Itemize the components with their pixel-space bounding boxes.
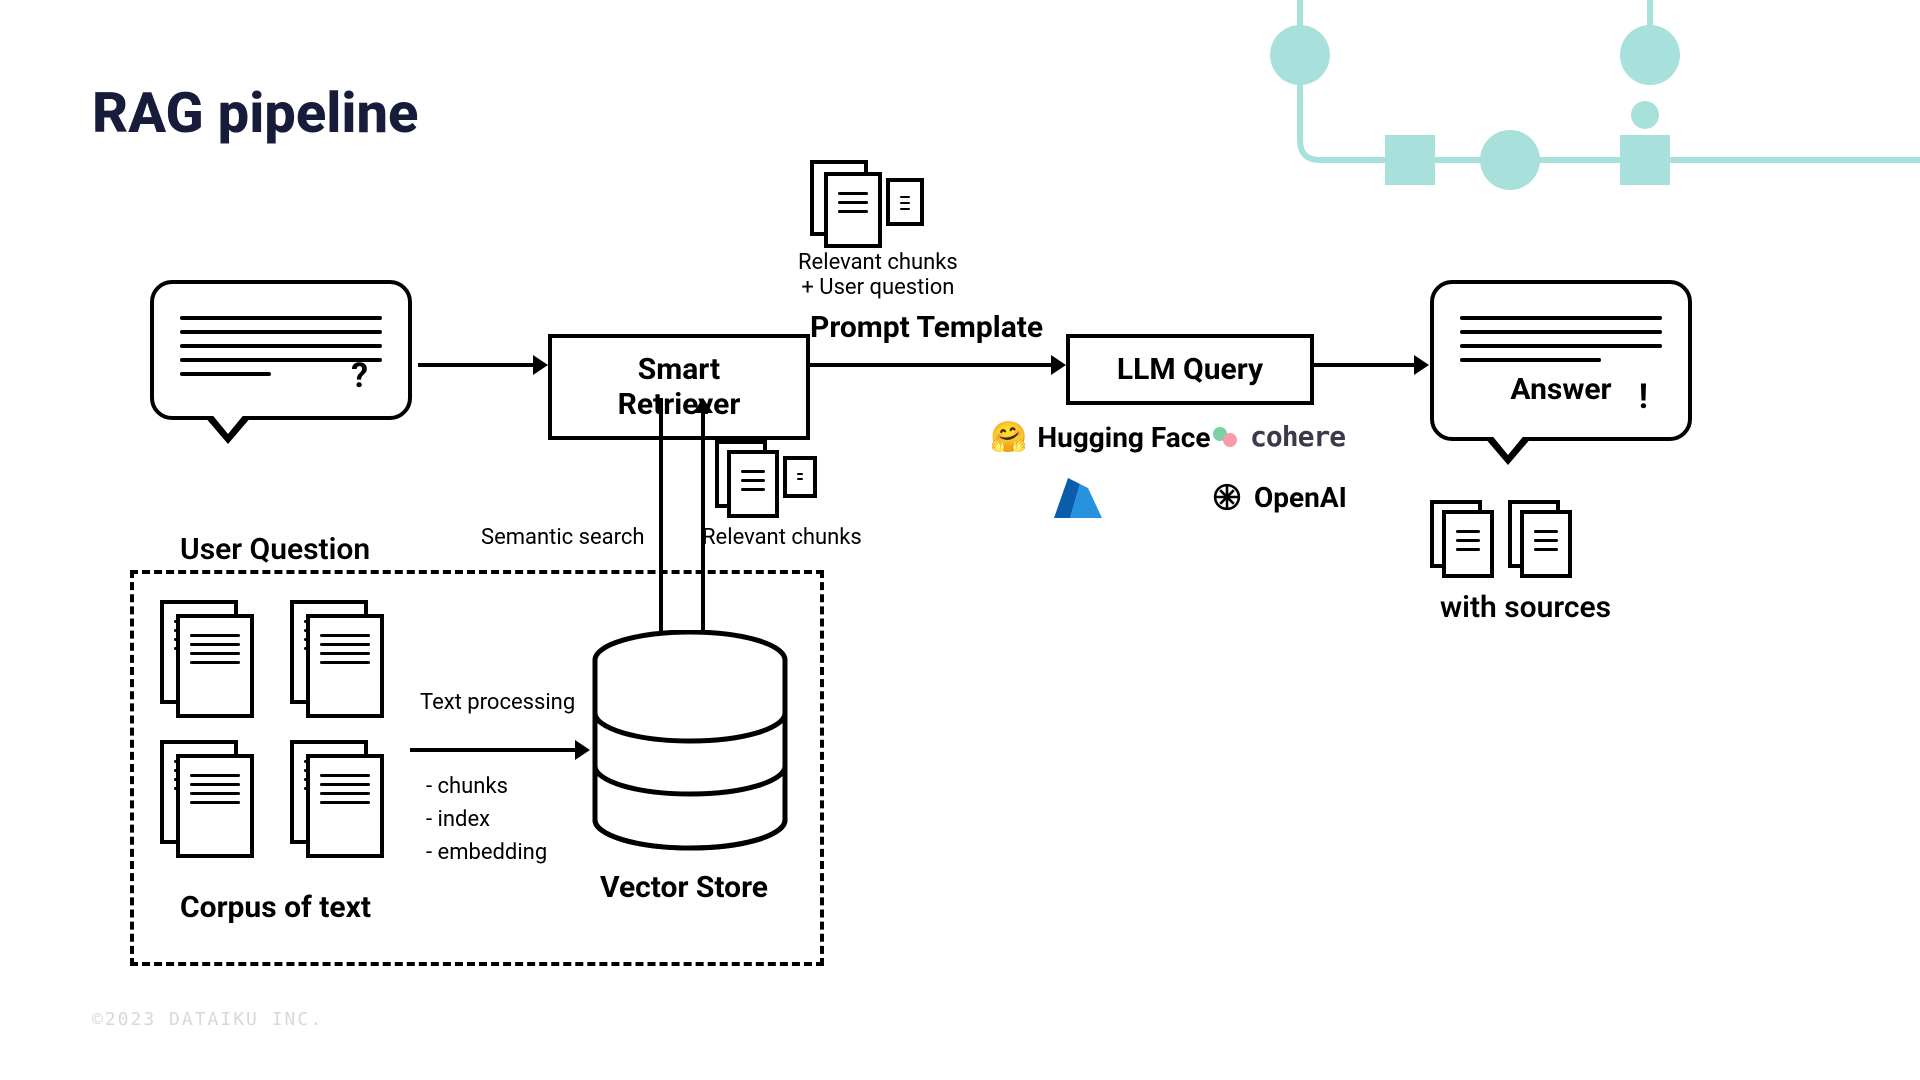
cohere-logo: cohere <box>1210 420 1345 453</box>
answer-label: Answer <box>1460 372 1662 407</box>
vector-store-label: Vector Store <box>600 870 768 905</box>
prompt-template-label: Prompt Template <box>810 310 1043 345</box>
user-question-bubble: ? <box>150 280 412 420</box>
semantic-search-label: Semantic search <box>481 525 645 550</box>
arrow-llm-to-answer <box>1314 350 1429 380</box>
smart-retriever-block: Smart Retriever <box>548 334 810 440</box>
cohere-label: cohere <box>1250 420 1345 453</box>
text-processing-label: Text processing <box>420 690 575 715</box>
page-title: RAG pipeline <box>92 80 418 146</box>
processing-items-label: - chunks - index - embedding <box>426 770 547 869</box>
copyright: ©2023 DATAIKU INC. <box>92 1009 323 1030</box>
llm-query-block: LLM Query <box>1066 334 1314 405</box>
relevant-chunks-label: Relevant chunks <box>702 525 862 550</box>
user-question-label: User Question <box>180 532 370 567</box>
huggingface-logo: 🤗 Hugging Face <box>990 420 1210 455</box>
arrow-retriever-to-llm <box>810 350 1066 380</box>
arrow-corpus-to-vector <box>410 735 590 765</box>
openai-label: OpenAI <box>1254 481 1347 514</box>
relevant-chunks-user-label: Relevant chunks + User question <box>798 250 958 300</box>
vector-store-icon <box>590 630 790 864</box>
answer-bubble: ! Answer <box>1430 280 1692 441</box>
arrow-question-to-retriever <box>418 350 548 380</box>
corpus-docs-icon <box>160 600 420 880</box>
diagram-canvas: ? User Question Smart Retriever Prompt T… <box>130 150 1830 1010</box>
azure-logo <box>1050 470 1106 530</box>
question-mark-icon: ? <box>351 356 368 396</box>
exclamation-icon: ! <box>1639 377 1648 417</box>
with-sources-label: with sources <box>1440 590 1611 625</box>
corpus-label: Corpus of text <box>180 890 371 925</box>
openai-logo: OpenAI <box>1210 480 1347 514</box>
huggingface-label: Hugging Face <box>1037 421 1210 454</box>
